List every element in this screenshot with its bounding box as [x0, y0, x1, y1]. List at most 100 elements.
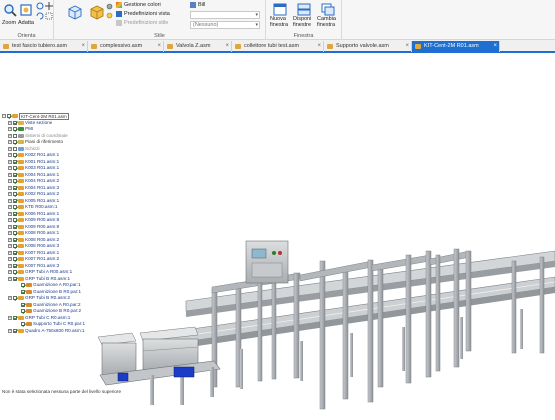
- expand-icon[interactable]: +: [8, 127, 12, 132]
- visibility-checkbox[interactable]: [7, 114, 11, 119]
- expand-icon[interactable]: +: [8, 159, 12, 164]
- small-gear-icon[interactable]: [106, 3, 113, 10]
- visibility-checkbox[interactable]: [13, 276, 17, 281]
- arrange-windows-button[interactable]: Disponi finestre: [293, 2, 315, 32]
- expand-icon[interactable]: +: [8, 250, 12, 255]
- visibility-checkbox[interactable]: [13, 127, 17, 132]
- expand-icon[interactable]: +: [8, 257, 12, 262]
- close-icon[interactable]: ×: [157, 41, 161, 52]
- visibility-checkbox[interactable]: [13, 146, 17, 151]
- expand-icon[interactable]: +: [8, 244, 12, 249]
- expand-icon[interactable]: +: [8, 263, 12, 268]
- expand-icon[interactable]: +: [8, 166, 12, 171]
- expand-icon[interactable]: +: [8, 211, 12, 216]
- view-presets-button[interactable]: Predefinizioni vista: [116, 11, 170, 17]
- visibility-checkbox[interactable]: [13, 231, 17, 236]
- shaded-cube-icon[interactable]: [88, 3, 106, 21]
- style-combo-1[interactable]: ▾: [190, 11, 260, 19]
- tab-collettore-tubi-test[interactable]: collettore tubi test.asm ×: [232, 41, 324, 52]
- small-light-icon[interactable]: [106, 12, 113, 19]
- view-cube-icon[interactable]: [66, 3, 84, 21]
- tree-node[interactable]: + Quadro A-750x600 R0.asm:1: [0, 328, 118, 335]
- close-icon[interactable]: ×: [493, 41, 497, 52]
- expand-icon[interactable]: +: [8, 224, 12, 229]
- visibility-checkbox[interactable]: [13, 133, 17, 138]
- expand-icon[interactable]: +: [8, 231, 12, 236]
- switch-window-button[interactable]: Cambia finestra: [317, 2, 340, 32]
- subassembly-icon: [18, 296, 24, 301]
- expand-icon[interactable]: +: [8, 328, 12, 333]
- zoom-area-icon[interactable]: [45, 12, 53, 20]
- expand-icon[interactable]: +: [8, 276, 12, 281]
- visibility-checkbox[interactable]: [13, 153, 17, 158]
- tab-valvola-z[interactable]: Valvola Z.asm ×: [164, 41, 232, 52]
- visibility-checkbox[interactable]: [13, 205, 17, 210]
- visibility-checkbox[interactable]: [13, 315, 17, 320]
- tab-supporto-valvole[interactable]: Supporto valvole.asm ×: [324, 41, 412, 52]
- visibility-checkbox[interactable]: [21, 322, 25, 327]
- visibility-checkbox[interactable]: [13, 166, 17, 171]
- bill-button[interactable]: Bill: [190, 2, 205, 8]
- expand-icon[interactable]: +: [8, 133, 12, 138]
- visibility-checkbox[interactable]: [13, 120, 17, 125]
- visibility-checkbox[interactable]: [13, 224, 17, 229]
- color-manager-button[interactable]: Gestione colori: [116, 2, 161, 8]
- visibility-checkbox[interactable]: [13, 179, 17, 184]
- plane-icon: [18, 140, 24, 145]
- expand-icon[interactable]: +: [8, 153, 12, 158]
- expand-icon[interactable]: +: [8, 296, 12, 301]
- expand-icon[interactable]: +: [8, 198, 12, 203]
- close-icon[interactable]: ×: [225, 41, 229, 52]
- new-window-button[interactable]: Nuova finestra: [270, 2, 290, 32]
- expand-icon[interactable]: +: [8, 237, 12, 242]
- zoom-button[interactable]: Zoom: [2, 2, 18, 30]
- expand-icon[interactable]: +: [8, 218, 12, 223]
- color-manager-label: Gestione colori: [124, 2, 161, 8]
- expand-icon[interactable]: +: [8, 185, 12, 190]
- expand-icon[interactable]: +: [8, 172, 12, 177]
- visibility-checkbox[interactable]: [13, 140, 17, 145]
- visibility-checkbox[interactable]: [13, 172, 17, 177]
- rotate-icon[interactable]: [36, 12, 44, 20]
- close-icon[interactable]: ×: [405, 41, 409, 52]
- visibility-checkbox[interactable]: [13, 244, 17, 249]
- expand-icon[interactable]: +: [8, 205, 12, 210]
- expand-icon[interactable]: +: [8, 270, 12, 275]
- visibility-checkbox[interactable]: [21, 289, 25, 294]
- pan-icon[interactable]: [45, 2, 53, 10]
- fit-button[interactable]: Adatta: [18, 2, 34, 30]
- orbit-icon[interactable]: [36, 2, 44, 10]
- expand-icon[interactable]: +: [8, 179, 12, 184]
- visibility-checkbox[interactable]: [13, 328, 17, 333]
- visibility-checkbox[interactable]: [21, 283, 25, 288]
- visibility-checkbox[interactable]: [13, 257, 17, 262]
- style-presets-button[interactable]: Predefinizioni stile: [116, 20, 168, 26]
- visibility-checkbox[interactable]: [13, 198, 17, 203]
- expand-icon[interactable]: +: [8, 315, 12, 320]
- visibility-checkbox[interactable]: [13, 185, 17, 190]
- expand-icon[interactable]: +: [8, 192, 12, 197]
- visibility-checkbox[interactable]: [13, 192, 17, 197]
- close-icon[interactable]: ×: [81, 41, 85, 52]
- visibility-checkbox[interactable]: [13, 296, 17, 301]
- visibility-checkbox[interactable]: [13, 263, 17, 268]
- visibility-checkbox[interactable]: [13, 218, 17, 223]
- visibility-checkbox[interactable]: [21, 302, 25, 307]
- expand-icon[interactable]: +: [8, 140, 12, 145]
- 3d-viewport[interactable]: − KIT-Cent-2M R01.asm + Viste sezione + PMI + S…: [0, 55, 555, 420]
- tab-test-fascio-tubiero[interactable]: test fascio tubiero.asm ×: [0, 41, 88, 52]
- visibility-checkbox[interactable]: [13, 237, 17, 242]
- visibility-checkbox[interactable]: [13, 250, 17, 255]
- visibility-checkbox[interactable]: [13, 270, 17, 275]
- tab-kit-cent-2m[interactable]: KIT-Cent-2M R01.asm ×: [412, 41, 500, 52]
- pmi-icon: [18, 127, 24, 132]
- expand-icon[interactable]: +: [8, 146, 12, 151]
- expand-icon[interactable]: +: [8, 120, 12, 125]
- visibility-checkbox[interactable]: [13, 211, 17, 216]
- visibility-checkbox[interactable]: [13, 159, 17, 164]
- collapse-icon[interactable]: −: [2, 114, 6, 119]
- tab-complessivo[interactable]: complessivo.asm ×: [88, 41, 164, 52]
- close-icon[interactable]: ×: [317, 41, 321, 52]
- style-combo-2[interactable]: (Nessuno) ▾: [190, 21, 260, 29]
- visibility-checkbox[interactable]: [21, 309, 25, 314]
